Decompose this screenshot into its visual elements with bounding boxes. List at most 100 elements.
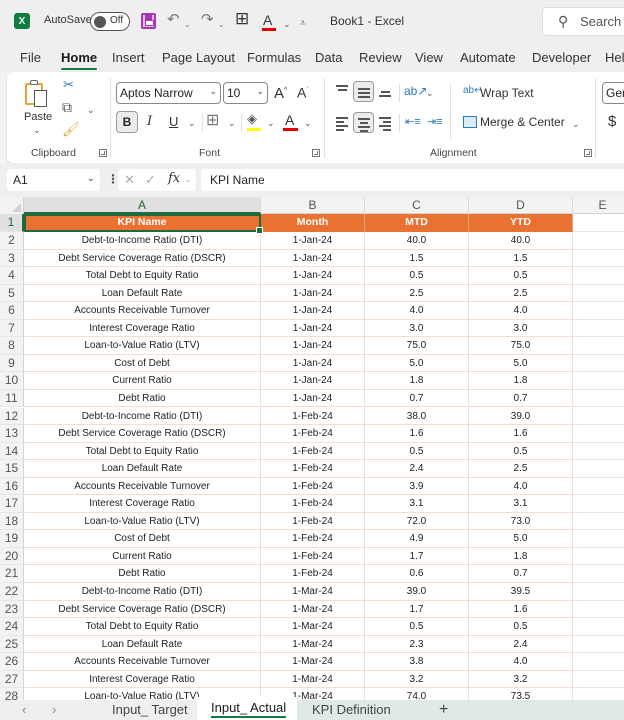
cell-ytd[interactable]: 4.0 <box>469 653 573 671</box>
cell-kpi-name[interactable]: Debt Service Coverage Ratio (DSCR) <box>24 600 261 619</box>
cell-e[interactable] <box>573 565 624 583</box>
cell-month[interactable]: 1-Feb-24 <box>261 512 365 531</box>
font-size-select[interactable]: 10 ⌄ <box>223 82 268 104</box>
row-header[interactable]: 9 <box>0 354 24 373</box>
cell-e[interactable] <box>573 495 624 513</box>
column-header-b[interactable]: B <box>261 197 365 214</box>
cell-e[interactable] <box>573 355 624 373</box>
cell-ytd[interactable]: 0.7 <box>469 389 573 408</box>
tab-review[interactable]: Review <box>359 50 402 65</box>
cell-month[interactable]: 1-Jan-24 <box>261 372 365 390</box>
fx-dropdown-icon[interactable]: ⌄ <box>184 174 192 185</box>
cell-kpi-name[interactable]: Debt-to-Income Ratio (DTI) <box>24 583 261 601</box>
row-header[interactable]: 17 <box>0 495 24 513</box>
cell-a1[interactable]: KPI Name <box>24 214 261 232</box>
cell-e[interactable] <box>573 636 624 654</box>
font-color-dropdown-icon[interactable]: ⌄ <box>304 116 312 130</box>
cell-d1[interactable]: YTD <box>469 214 573 232</box>
cell-ytd[interactable]: 40.0 <box>469 232 573 250</box>
orientation-icon[interactable]: ab↗ <box>404 84 427 98</box>
cell-mtd[interactable]: 2.4 <box>365 460 469 478</box>
cell-month[interactable]: 1-Feb-24 <box>261 530 365 548</box>
cell-e[interactable] <box>573 583 624 601</box>
cell-ytd[interactable]: 73.5 <box>469 688 573 700</box>
cell-e[interactable] <box>573 320 624 338</box>
cell-mtd[interactable]: 5.0 <box>365 354 469 373</box>
cell-month[interactable]: 1-Mar-24 <box>261 670 365 689</box>
cell-e[interactable] <box>573 337 624 355</box>
cell-kpi-name[interactable]: Cost of Debt <box>24 354 261 373</box>
cell-e[interactable] <box>573 530 624 548</box>
cell-e[interactable] <box>573 372 624 390</box>
cell-mtd[interactable]: 1.8 <box>365 372 469 390</box>
cell-month[interactable]: 1-Jan-24 <box>261 267 365 285</box>
cell-e[interactable] <box>573 513 624 531</box>
select-all-button[interactable] <box>0 197 24 214</box>
undo-icon[interactable]: ↶ <box>167 11 180 29</box>
copy-dropdown-icon[interactable]: ⌄ <box>87 103 95 117</box>
cell-kpi-name[interactable]: Loan Default Rate <box>24 284 261 303</box>
cell-kpi-name[interactable]: Debt Ratio <box>24 565 261 583</box>
cell-ytd[interactable]: 2.5 <box>469 284 573 303</box>
tab-help[interactable]: Help <box>605 50 624 65</box>
sheet-tab-kpi-definition[interactable]: KPI Definition <box>312 702 391 717</box>
cut-icon[interactable]: ✂ <box>63 78 74 92</box>
cell-kpi-name[interactable]: Accounts Receivable Turnover <box>24 302 261 320</box>
cell-mtd[interactable]: 3.2 <box>365 670 469 689</box>
search-box[interactable]: ⚲ Search <box>542 7 624 36</box>
save-icon[interactable] <box>141 13 156 29</box>
alignment-launcher-icon[interactable] <box>584 149 592 157</box>
sheet-tab-input-actual[interactable]: Input_ Actual <box>211 700 287 718</box>
tab-data[interactable]: Data <box>315 50 342 65</box>
row-header[interactable]: 20 <box>0 547 24 566</box>
row-header[interactable]: 7 <box>0 319 24 338</box>
cell-kpi-name[interactable]: Loan Default Rate <box>24 635 261 654</box>
cell-kpi-name[interactable]: Accounts Receivable Turnover <box>24 653 261 671</box>
customize-toolbar-icon[interactable]: ⩡ <box>300 15 306 33</box>
row-header[interactable]: 28 <box>0 688 24 700</box>
cell-ytd[interactable]: 5.0 <box>469 530 573 548</box>
cell-ytd[interactable]: 5.0 <box>469 354 573 373</box>
cell-e[interactable] <box>573 671 624 689</box>
cell-ytd[interactable]: 1.8 <box>469 372 573 390</box>
underline-dropdown-icon[interactable]: ⌄ <box>188 116 196 130</box>
row-header[interactable]: 11 <box>0 389 24 408</box>
cell-ytd[interactable]: 3.1 <box>469 495 573 513</box>
bold-button[interactable]: B <box>116 111 138 133</box>
cell-e[interactable] <box>573 653 624 671</box>
cell-e1[interactable] <box>573 214 624 232</box>
cell-month[interactable]: 1-Feb-24 <box>261 407 365 425</box>
cell-ytd[interactable]: 0.5 <box>469 618 573 636</box>
formula-input[interactable]: KPI Name <box>201 169 624 191</box>
clipboard-launcher-icon[interactable] <box>99 149 107 157</box>
fill-color-icon[interactable]: ◈ <box>247 112 257 126</box>
cell-kpi-name[interactable]: Current Ratio <box>24 372 261 390</box>
cell-mtd[interactable]: 0.5 <box>365 618 469 636</box>
row-header[interactable]: 6 <box>0 302 24 320</box>
cell-ytd[interactable]: 73.0 <box>469 512 573 531</box>
row-header[interactable]: 16 <box>0 477 24 496</box>
cancel-icon[interactable]: ✕ <box>124 172 135 188</box>
copy-icon[interactable]: ⧉ <box>62 100 72 114</box>
cell-mtd[interactable]: 0.5 <box>365 442 469 461</box>
row-header[interactable]: 13 <box>0 425 24 443</box>
decrease-indent-icon[interactable]: ⇤≡ <box>405 115 421 129</box>
cell-mtd[interactable]: 39.0 <box>365 583 469 601</box>
cell-ytd[interactable]: 39.0 <box>469 407 573 425</box>
cell-e[interactable] <box>573 478 624 496</box>
cell-e[interactable] <box>573 601 624 619</box>
enter-icon[interactable]: ✓ <box>145 172 156 188</box>
cell-mtd[interactable]: 3.0 <box>365 319 469 338</box>
redo-dropdown-icon[interactable]: ⌄ <box>218 16 225 34</box>
cell-kpi-name[interactable]: Total Debt to Equity Ratio <box>24 267 261 285</box>
font-name-select[interactable]: Aptos Narrow ⌄ <box>116 82 221 104</box>
cell-e[interactable] <box>573 232 624 250</box>
cell-e[interactable] <box>573 408 624 425</box>
column-header-d[interactable]: D <box>469 197 573 214</box>
cell-mtd[interactable]: 1.7 <box>365 600 469 619</box>
cell-month[interactable]: 1-Jan-24 <box>261 249 365 268</box>
cell-month[interactable]: 1-Mar-24 <box>261 600 365 619</box>
font-launcher-icon[interactable] <box>312 149 320 157</box>
cell-mtd[interactable]: 4.9 <box>365 530 469 548</box>
cell-month[interactable]: 1-Jan-24 <box>261 389 365 408</box>
